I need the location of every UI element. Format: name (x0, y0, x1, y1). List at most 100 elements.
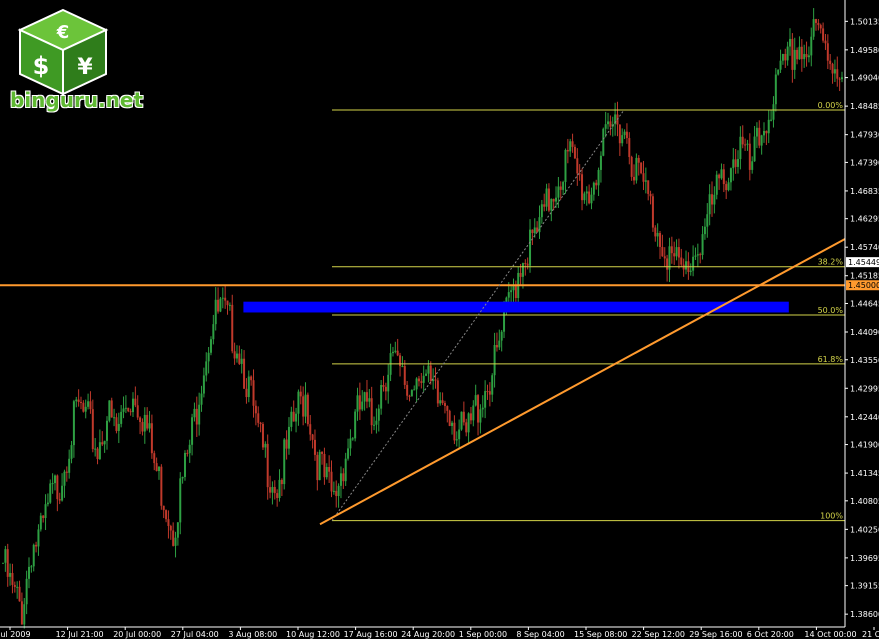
candle-body (141, 421, 144, 432)
candle-body (120, 411, 123, 424)
candle-body (462, 411, 465, 423)
candle-body (550, 198, 553, 211)
candle-body (746, 143, 749, 145)
candle-body (406, 384, 409, 396)
candle-body (321, 451, 324, 454)
candle-body (228, 304, 231, 306)
candle-body (425, 373, 428, 376)
candle-body (219, 298, 222, 312)
candle-body (441, 400, 444, 404)
candle-body (661, 246, 664, 257)
candle-body (96, 448, 99, 460)
y-tick-label: 1.41345 (850, 469, 879, 478)
x-tick-label: 8 Sep 04:00 (516, 630, 564, 639)
candle-body (826, 43, 829, 61)
candle-body (602, 128, 605, 156)
candle-body (597, 169, 600, 186)
candle-body (529, 229, 532, 266)
candle-body (209, 339, 212, 353)
candle-body (285, 439, 288, 449)
candle-body (399, 355, 402, 367)
candle-body (838, 78, 841, 80)
candle-body (585, 191, 588, 194)
candle-body (72, 401, 75, 446)
candle-body (375, 420, 378, 425)
candle-body (727, 182, 730, 191)
candle-body (734, 159, 737, 167)
candle-body (387, 374, 390, 392)
candle-body (384, 386, 387, 392)
candle-body (637, 157, 640, 163)
candle-body (566, 149, 569, 152)
candle-body (134, 398, 137, 406)
candle-body (647, 180, 650, 194)
y-tick-label: 1.42995 (850, 384, 879, 393)
x-tick-label: 3 Aug 08:00 (228, 630, 277, 639)
candle-body (129, 411, 132, 413)
candle-body (590, 194, 593, 204)
candle-body (666, 258, 669, 270)
candle-body (103, 440, 106, 445)
candle-body (488, 391, 491, 395)
candle-body (94, 448, 97, 450)
candle-body (328, 466, 331, 472)
candle-body (588, 191, 591, 204)
candle-body (252, 380, 255, 406)
candle-body (822, 28, 825, 41)
candle-body (668, 246, 671, 270)
fib-level-label: 61.8% (818, 355, 844, 364)
candle-body (313, 439, 316, 455)
candle-body (654, 227, 657, 237)
candle-body (342, 473, 345, 482)
candle-body (254, 405, 257, 414)
candle-body (63, 471, 66, 486)
candle-body (481, 407, 484, 410)
y-tick-label: 1.38600 (850, 610, 879, 619)
candle-body (302, 396, 305, 417)
candle-body (729, 168, 732, 183)
candle-body (630, 157, 633, 177)
candle-body (6, 549, 9, 577)
candle-body (160, 466, 163, 506)
candle-body (191, 417, 194, 445)
candle-body (330, 471, 333, 492)
candle-body (670, 246, 673, 254)
candle-body (146, 414, 149, 429)
candle-body (675, 247, 678, 257)
candle-body (692, 256, 695, 271)
candle-body (817, 22, 820, 26)
candle-body (694, 255, 697, 257)
candle-body (224, 297, 227, 301)
candle-body (290, 411, 293, 427)
candle-body (30, 566, 33, 568)
candle-body (186, 452, 189, 454)
candle-body (292, 411, 295, 422)
candle-body (183, 452, 186, 477)
candle-body (422, 375, 425, 383)
candle-body (836, 69, 839, 79)
candle-body (354, 411, 357, 439)
candle-body (87, 401, 90, 407)
candle-body (547, 188, 550, 211)
trendline (319, 238, 846, 526)
candle-body (2, 562, 4, 564)
candle-body (448, 410, 451, 426)
candle-body (701, 234, 704, 255)
candle-body (174, 537, 177, 546)
candle-body (169, 525, 172, 531)
candle-body (524, 263, 527, 265)
x-tick-label: 29 Sep 16:00 (689, 630, 742, 639)
candle-body (784, 53, 787, 61)
y-tick-label: 1.47930 (850, 131, 879, 140)
candle-body (455, 439, 458, 441)
candle-body (708, 194, 711, 215)
candle-body (365, 392, 368, 402)
candle-body (113, 417, 116, 419)
candle-body (11, 572, 14, 585)
candle-body (436, 380, 439, 404)
candle-body (472, 405, 475, 421)
candle-body (779, 60, 782, 70)
chart-overlays: 0.00% 38.2% 50.0% 61.8% 100% (0, 101, 846, 526)
x-tick-label: 15 Sep 08:00 (574, 630, 627, 639)
candle-body (767, 119, 770, 134)
